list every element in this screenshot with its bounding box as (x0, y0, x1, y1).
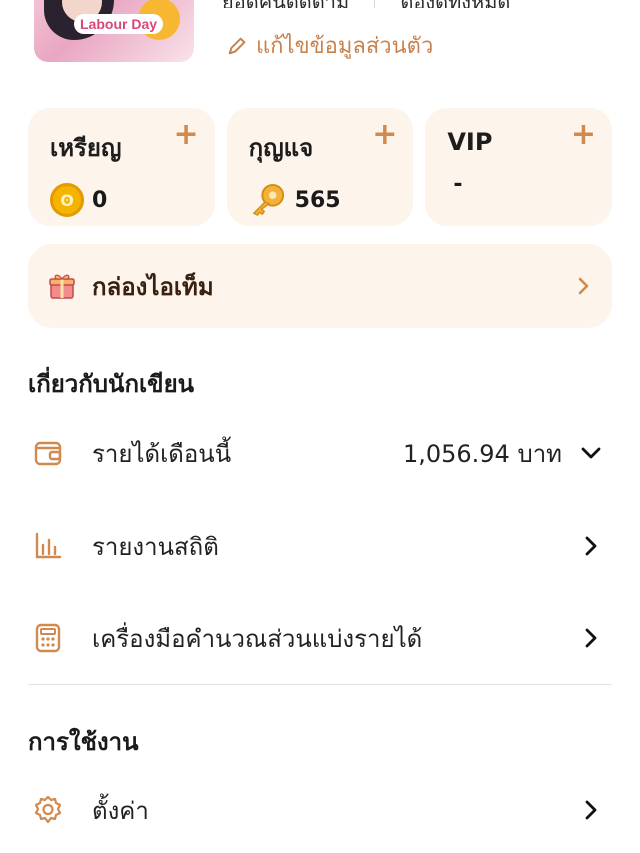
followers-stat[interactable]: ยอดคนติดตาม (222, 0, 349, 8)
coin-icon: ʘ (50, 183, 84, 217)
vip-value: - (453, 172, 463, 197)
gift-icon (49, 274, 75, 299)
chevron-right-icon (585, 628, 597, 648)
monthly-income-value: 1,056.94 บาท (402, 439, 562, 468)
add-vip-button[interactable]: + (571, 120, 596, 150)
pencil-icon (228, 37, 246, 54)
revenue-calculator-label: เครื่องมือคำนวณส่วนแบ่งรายได้ (92, 624, 423, 653)
vip-card[interactable]: VIP + - (425, 108, 613, 226)
coin-value: 0 (92, 187, 108, 213)
stats-divider (374, 0, 376, 8)
chevron-right-icon (585, 800, 597, 820)
vip-title: VIP (447, 128, 493, 156)
statistics-report-label: รายงานสถิติ (92, 532, 219, 561)
gear-icon (34, 795, 62, 824)
coin-card[interactable]: เหรียญ + ʘ 0 (28, 108, 215, 226)
chevron-down-icon[interactable] (580, 442, 602, 464)
add-key-button[interactable]: + (372, 120, 397, 150)
chevron-right-icon (578, 277, 589, 295)
monthly-income-label: รายได้เดือนนี้ (92, 439, 232, 468)
calculator-icon (35, 623, 61, 653)
bar-chart-icon (35, 532, 62, 559)
wallet-icon (34, 441, 62, 466)
settings-row[interactable]: ตั้งค่า (28, 780, 612, 840)
key-card[interactable]: กุญแจ + 565 (226, 108, 414, 226)
add-coin-button[interactable]: + (174, 120, 199, 150)
coin-title: เหรียญ (50, 134, 122, 162)
edit-profile-link[interactable]: แก้ไขข้อมูลส่วนตัว (226, 28, 433, 63)
following-stat[interactable]: ต้องดูทั้งหมด (400, 0, 510, 8)
chevron-right-icon (585, 536, 597, 556)
avatar-badge: Labour Day (74, 14, 164, 34)
statistics-report-row[interactable]: รายงานสถิติ (28, 516, 612, 576)
profile-stats: ยอดคนติดตาม ต้องดูทั้งหมด (222, 0, 622, 8)
revenue-calculator-row[interactable]: เครื่องมือคำนวณส่วนแบ่งรายได้ (28, 608, 612, 668)
writer-section-title: เกี่ยวกับนักเขียน (28, 370, 195, 398)
wallet-cards: เหรียญ + ʘ 0 กุญแจ + 565 VIP + - (28, 108, 613, 226)
key-icon (252, 183, 284, 217)
key-title: กุญแจ (248, 134, 314, 162)
settings-label: ตั้งค่า (92, 796, 149, 825)
usage-section-title: การใช้งาน (28, 728, 139, 756)
edit-profile-label: แก้ไขข้อมูลส่วนตัว (256, 34, 434, 59)
monthly-income-row[interactable]: รายได้เดือนนี้ 1,056.94 บาท (28, 423, 612, 483)
item-box-button[interactable]: กล่องไอเท็ม (28, 244, 612, 328)
section-divider (28, 684, 612, 685)
item-box-label: กล่องไอเท็ม (92, 272, 214, 301)
profile-header: Labour Day ยอดคนติดตาม ต้องดูทั้งหมด แก้… (0, 0, 640, 100)
avatar[interactable]: Labour Day (34, 0, 194, 62)
key-value: 565 (294, 187, 341, 213)
